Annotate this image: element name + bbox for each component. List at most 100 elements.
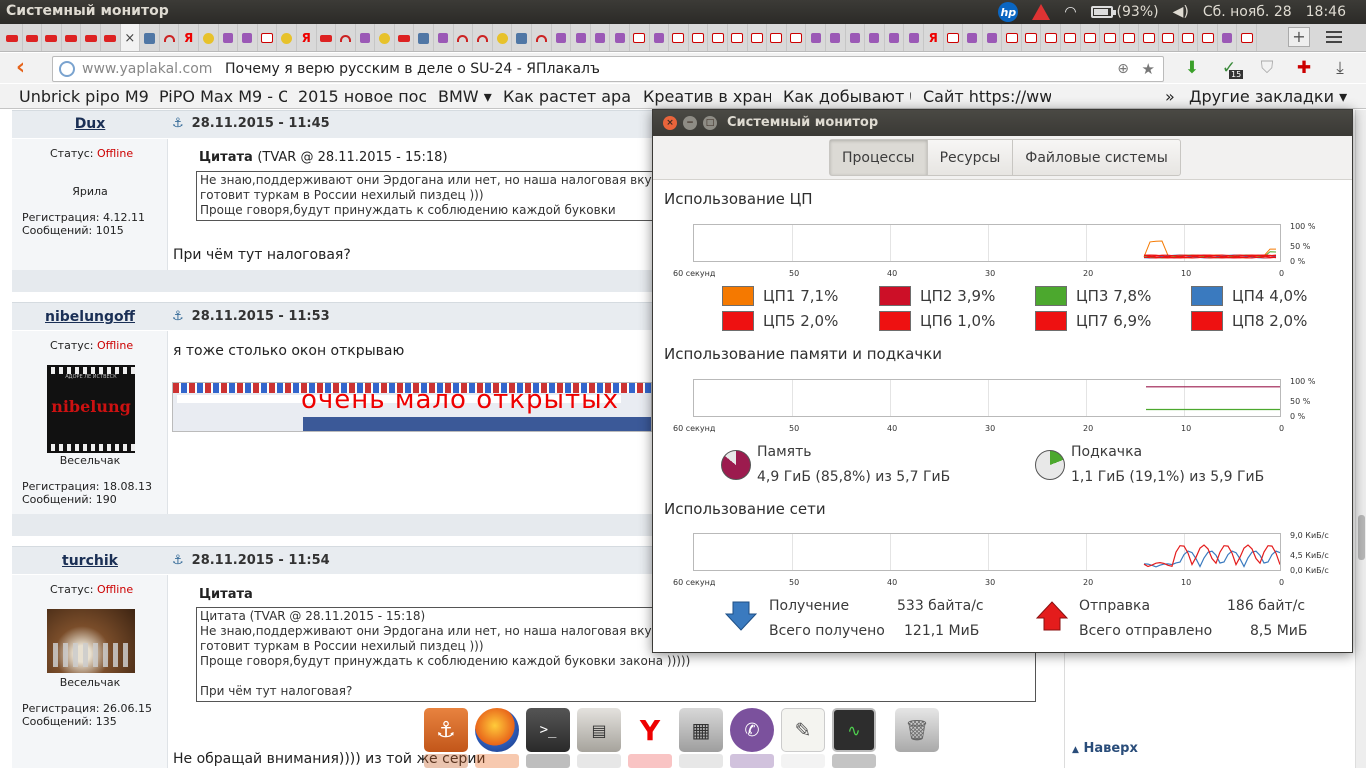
cpu-color-swatch[interactable] [1035, 311, 1067, 331]
window-titlebar[interactable]: × − □ Системный монитор [653, 110, 1352, 136]
close-icon[interactable]: × [124, 31, 135, 46]
bookmark-item[interactable]: Сайт https://ww [923, 87, 1051, 106]
address-bar[interactable]: www.yaplakal.com Почему я верю русским в… [52, 56, 1164, 82]
browser-menu-icon[interactable] [1322, 28, 1346, 46]
cpu-legend-item[interactable]: ЦП4 4,0% [1191, 286, 1307, 306]
bookmarks-overflow-icon[interactable]: » [1165, 87, 1175, 106]
file-cabinet-icon[interactable]: ▤ [577, 708, 621, 752]
browser-tab[interactable] [1061, 24, 1081, 51]
post-author[interactable]: nibelungoff [12, 309, 168, 325]
plus-cross-icon[interactable]: ✚ [1294, 58, 1314, 78]
hp-icon[interactable]: hp [998, 2, 1019, 22]
browser-tab[interactable] [689, 24, 709, 51]
browser-tab[interactable] [748, 24, 768, 51]
bookmark-item[interactable]: Креатив в хране [643, 87, 771, 106]
trash-icon[interactable]: 🗑 [895, 708, 939, 752]
browser-tab[interactable] [1198, 24, 1218, 51]
browser-tab[interactable] [630, 24, 650, 51]
bookmark-item[interactable]: PiPO Max M9 - Оr [159, 87, 287, 106]
avatar[interactable] [47, 609, 135, 673]
browser-tab[interactable] [865, 24, 885, 51]
browser-tab[interactable]: Я [924, 24, 944, 51]
browser-tab[interactable] [669, 24, 689, 51]
cpu-legend-item[interactable]: ЦП8 2,0% [1191, 311, 1307, 331]
browser-tab[interactable] [258, 24, 278, 51]
browser-tab[interactable] [1139, 24, 1160, 51]
browser-tab[interactable] [904, 24, 924, 51]
bookmark-item[interactable]: Unbrick pipo M9 [19, 87, 151, 106]
terminal-icon[interactable]: >_ [526, 708, 570, 752]
system-monitor-icon[interactable]: ∿ [832, 708, 876, 752]
browser-tab[interactable] [1120, 24, 1140, 51]
browser-tab[interactable] [1002, 24, 1022, 51]
browser-tab[interactable] [493, 24, 513, 51]
browser-tab[interactable] [1100, 24, 1120, 51]
calculator-icon[interactable]: ▦ [679, 708, 723, 752]
browser-tab[interactable] [414, 24, 435, 51]
browser-tab[interactable] [160, 24, 180, 51]
panel-date[interactable]: Сб. нояб. 28 [1203, 4, 1292, 20]
browser-tab[interactable] [963, 24, 983, 51]
cpu-legend-item[interactable]: ЦП6 1,0% [879, 311, 995, 331]
browser-tab[interactable] [1218, 24, 1238, 51]
browser-tab[interactable] [317, 24, 337, 51]
browser-tab[interactable] [238, 24, 258, 51]
browser-tab[interactable] [199, 24, 219, 51]
browser-tab[interactable] [454, 24, 474, 51]
browser-tab[interactable]: Я [179, 24, 199, 51]
downloads-icon[interactable]: ⤓ [1330, 58, 1350, 78]
browser-tab[interactable] [885, 24, 905, 51]
to-top-link[interactable]: ▲ Наверх [1072, 741, 1138, 756]
browser-tab[interactable] [650, 24, 670, 51]
browser-tab[interactable] [140, 24, 160, 51]
cpu-color-swatch[interactable] [1191, 311, 1223, 331]
browser-tab[interactable] [787, 24, 807, 51]
anchor-icon[interactable]: ⚓ [172, 116, 184, 131]
tab-processes[interactable]: Процессы [830, 140, 928, 175]
browser-tab[interactable] [42, 24, 62, 51]
tab-close-button[interactable]: × [120, 24, 141, 51]
browser-tab[interactable] [552, 24, 572, 51]
post-author[interactable]: Dux [12, 116, 168, 132]
tab-resources[interactable]: Ресурсы [928, 140, 1014, 175]
browser-tab[interactable] [356, 24, 376, 51]
browser-tab[interactable] [336, 24, 356, 51]
page-scrollbar[interactable] [1355, 110, 1366, 768]
anchor-icon[interactable]: ⚓ [424, 708, 468, 752]
browser-tab[interactable] [1041, 24, 1062, 51]
browser-tab[interactable] [767, 24, 787, 51]
cpu-color-swatch[interactable] [722, 311, 754, 331]
text-editor-icon[interactable]: ✎ [781, 708, 825, 752]
anchor-icon[interactable]: ⚓ [172, 553, 184, 568]
browser-tab[interactable] [1081, 24, 1101, 51]
cpu-color-swatch[interactable] [722, 286, 754, 306]
browser-tab[interactable] [944, 24, 964, 51]
cpu-legend-item[interactable]: ЦП2 3,9% [879, 286, 995, 306]
bookmark-item[interactable]: Как растет араx [503, 87, 631, 106]
download-helper-icon[interactable]: ⬇ [1182, 58, 1202, 78]
shield-icon[interactable]: ⛉ [1257, 58, 1277, 78]
wifi-icon[interactable]: ◠ [1064, 4, 1076, 20]
browser-tab[interactable] [81, 24, 101, 51]
browser-tab[interactable] [3, 24, 23, 51]
browser-tab[interactable] [62, 24, 82, 51]
post-image[interactable]: очень мало открытых [172, 382, 652, 432]
browser-tab[interactable] [395, 24, 415, 51]
panel-time[interactable]: 18:46 [1306, 4, 1346, 20]
cpu-legend-item[interactable]: ЦП5 2,0% [722, 311, 838, 331]
browser-tab[interactable] [728, 24, 748, 51]
cpu-color-swatch[interactable] [879, 286, 911, 306]
browser-tab[interactable] [277, 24, 297, 51]
browser-tab[interactable] [1022, 24, 1042, 51]
volume-icon[interactable]: ◀) [1173, 4, 1189, 20]
post-author[interactable]: turchik [12, 553, 168, 569]
cpu-legend-item[interactable]: ЦП3 7,8% [1035, 286, 1151, 306]
scrollbar-thumb[interactable] [1358, 515, 1365, 560]
star-icon[interactable]: ★ [1142, 57, 1155, 81]
minimize-icon[interactable]: − [683, 116, 697, 130]
yandex-browser-icon[interactable]: Y [628, 708, 672, 752]
bookmark-item[interactable]: Как добывают б [783, 87, 911, 106]
avatar[interactable]: АДОРЕ ЛЕ ИСТВЕСК nibelung [47, 365, 135, 453]
anchor-icon[interactable]: ⚓ [172, 309, 184, 324]
cpu-legend-item[interactable]: ЦП7 6,9% [1035, 311, 1151, 331]
